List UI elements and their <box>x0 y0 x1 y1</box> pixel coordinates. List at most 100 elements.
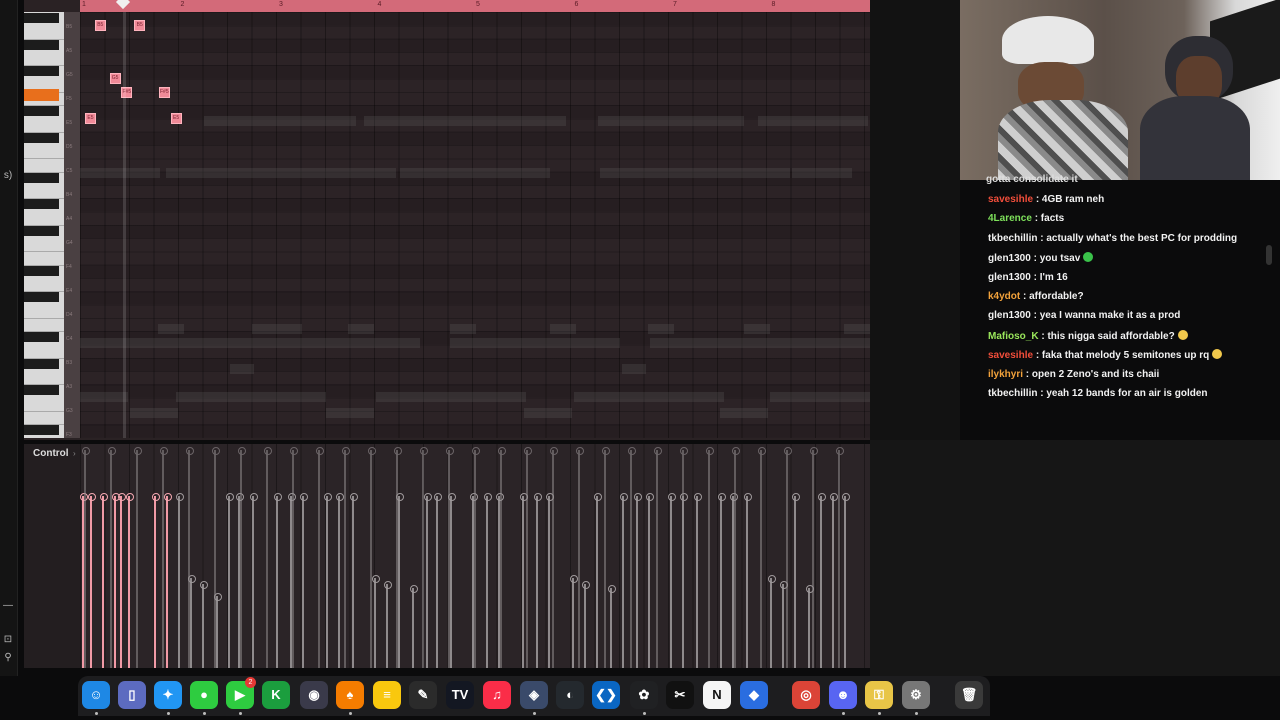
chat-username[interactable]: tkbechillin <box>988 388 1037 399</box>
velocity-stem[interactable] <box>668 493 676 668</box>
minus-icon[interactable]: — <box>2 600 14 612</box>
chat-username[interactable]: savesihle <box>988 350 1033 361</box>
velocity-stem[interactable] <box>372 575 380 668</box>
velocity-stem-tall[interactable] <box>810 447 818 668</box>
black-key[interactable] <box>24 66 59 77</box>
chatgpt-icon[interactable]: ✿ <box>630 681 658 709</box>
chat-username[interactable]: k4ydot <box>988 291 1020 302</box>
velocity-stem[interactable] <box>768 575 776 668</box>
velocity-stem-tall[interactable] <box>82 447 90 668</box>
chat-username[interactable]: glen1300 <box>988 310 1031 321</box>
keynote-k-icon[interactable]: K <box>262 681 290 709</box>
velocity-stem[interactable] <box>608 585 616 668</box>
black-key[interactable] <box>24 39 59 50</box>
velocity-stem[interactable] <box>594 493 602 668</box>
velocity-stem-tall[interactable] <box>342 447 350 668</box>
finder-icon[interactable]: ☺ <box>82 681 110 709</box>
search-icon[interactable]: ⚲ <box>2 652 14 664</box>
velocity-stem[interactable] <box>164 493 172 668</box>
velocity-stem[interactable] <box>112 493 120 668</box>
chat-username[interactable]: Mafioso_K <box>988 331 1039 342</box>
discord-icon[interactable]: ☻ <box>829 681 857 709</box>
velocity-stem[interactable] <box>200 581 208 668</box>
velocity-stem-tall[interactable] <box>784 447 792 668</box>
velocity-stem-tall[interactable] <box>446 447 454 668</box>
settings-icon[interactable]: ⚙ <box>902 681 930 709</box>
midi-note[interactable]: E5 <box>170 113 182 124</box>
velocity-stem[interactable] <box>300 493 308 668</box>
velocity-stem[interactable] <box>118 493 126 668</box>
velocity-stem[interactable] <box>634 493 642 668</box>
black-key[interactable] <box>24 132 59 143</box>
velocity-stem-tall[interactable] <box>472 447 480 668</box>
velocity-stem[interactable] <box>842 493 850 668</box>
control-lane[interactable]: Control › <box>24 444 870 668</box>
piano-roll-editor[interactable]: 123456789 B5A5G5F5E5D5C5B4A4G4F4E4D4C4B3… <box>24 0 874 440</box>
velocity-stem-tall[interactable] <box>160 447 168 668</box>
velocity-stem-tall[interactable] <box>550 447 558 668</box>
velocity-stem-tall[interactable] <box>212 447 220 668</box>
velocity-stem[interactable] <box>88 493 96 668</box>
velocity-stem-tall[interactable] <box>628 447 636 668</box>
chat-username[interactable]: glen1300 <box>988 272 1031 283</box>
velocity-stem-tall[interactable] <box>108 447 116 668</box>
velocity-stem[interactable] <box>534 493 542 668</box>
velocity-stem-tall[interactable] <box>134 447 142 668</box>
midi-note[interactable]: E5 <box>84 113 96 124</box>
chat-username[interactable]: tkbechillin <box>988 233 1037 244</box>
velocity-stem[interactable] <box>250 493 258 668</box>
trash-icon[interactable]: 🗑 <box>955 681 983 709</box>
chevron-right-icon[interactable]: › <box>73 449 76 458</box>
chat-username[interactable]: 4Larence <box>988 213 1032 224</box>
velocity-stem[interactable] <box>410 585 418 668</box>
notion-icon[interactable]: N <box>703 681 731 709</box>
velocity-stem-tall[interactable] <box>654 447 662 668</box>
velocity-stem[interactable] <box>274 493 282 668</box>
velocity-stem-tall[interactable] <box>758 447 766 668</box>
chrome-icon[interactable]: ◎ <box>792 681 820 709</box>
velocity-stem[interactable] <box>324 493 332 668</box>
velocity-stem-tall[interactable] <box>238 447 246 668</box>
velocity-stem[interactable] <box>830 493 838 668</box>
vscode-icon[interactable]: ❮❯ <box>592 681 620 709</box>
velocity-stem-tall[interactable] <box>576 447 584 668</box>
midi-note[interactable]: B5 <box>134 20 146 31</box>
velocity-stem-tall[interactable] <box>706 447 714 668</box>
velocity-stem-tall[interactable] <box>602 447 610 668</box>
velocity-stem[interactable] <box>780 581 788 668</box>
velocity-stem[interactable] <box>792 493 800 668</box>
black-key[interactable] <box>24 425 59 436</box>
playhead[interactable] <box>123 12 126 438</box>
velocity-stem[interactable] <box>350 493 358 668</box>
velocity-stem[interactable] <box>176 493 184 668</box>
velocity-stem[interactable] <box>744 493 752 668</box>
velocity-stem[interactable] <box>384 581 392 668</box>
velocity-stem-tall[interactable] <box>368 447 376 668</box>
velocity-stem[interactable] <box>646 493 654 668</box>
chat-username[interactable]: savesihle <box>988 194 1033 205</box>
velocity-stem-tall[interactable] <box>524 447 532 668</box>
notes-icon[interactable]: ≡ <box>373 681 401 709</box>
chat-username[interactable]: glen1300 <box>988 253 1031 264</box>
black-key[interactable] <box>24 106 59 117</box>
midi-note[interactable]: B5 <box>94 20 106 31</box>
velocity-stem-tall[interactable] <box>680 447 688 668</box>
velocity-grid[interactable] <box>80 444 870 668</box>
velocity-stem-tall[interactable] <box>290 447 298 668</box>
music-icon[interactable]: ♫ <box>483 681 511 709</box>
black-key[interactable] <box>24 172 59 183</box>
velocity-stem-tall[interactable] <box>316 447 324 668</box>
chat-username[interactable]: ilykhyri <box>988 369 1023 380</box>
velocity-stem[interactable] <box>806 585 814 668</box>
velocity-stem[interactable] <box>620 493 628 668</box>
github-icon[interactable]: ◐ <box>556 681 584 709</box>
chat-scrollbar[interactable] <box>1266 245 1272 265</box>
black-key[interactable] <box>24 292 59 303</box>
velocity-stem[interactable] <box>484 493 492 668</box>
velocity-stem-tall[interactable] <box>420 447 428 668</box>
black-key[interactable] <box>24 385 59 396</box>
control-label[interactable]: Control <box>33 448 69 459</box>
davinci-icon[interactable]: ◈ <box>520 681 548 709</box>
velocity-stem[interactable] <box>694 493 702 668</box>
velocity-stem[interactable] <box>424 493 432 668</box>
